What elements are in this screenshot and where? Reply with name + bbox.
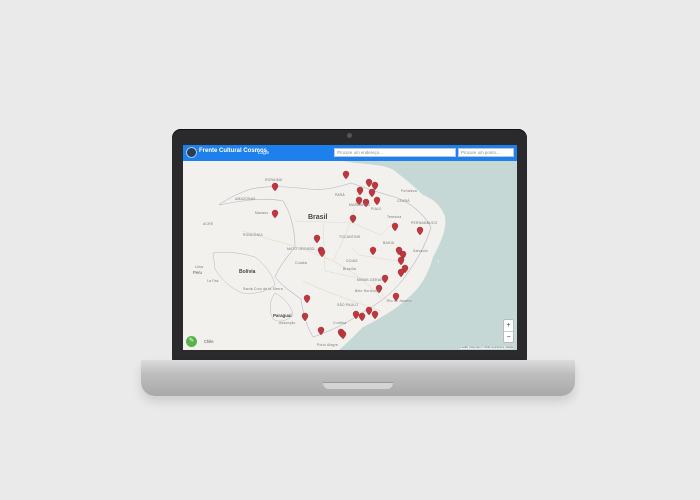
state-label: PERNAMBUCO [411, 221, 438, 225]
state-label: SÃO PAULO [337, 303, 359, 307]
city-label: Fortaleza [401, 189, 417, 193]
city-label: Cuiabá [295, 261, 307, 265]
zoom-control: + − [503, 319, 514, 343]
city-label: Santa Cruz de la Sierra [243, 287, 283, 291]
map-canvas[interactable] [183, 161, 517, 350]
state-label: GOIÁS [346, 259, 358, 263]
state-label: CEARÁ [397, 199, 410, 203]
state-label: RONDÔNIA [243, 233, 263, 237]
city-label: Belo Horizonte [355, 289, 381, 293]
state-label: MINAS GERAIS [357, 278, 384, 282]
state-label: BAHIA [383, 241, 395, 245]
city-label: Salvador [413, 249, 428, 253]
state-label: PIAUÍ [371, 207, 381, 211]
address-search-input[interactable]: Procure um endereço... [334, 148, 456, 157]
country-label-paraguai: Paraguai [273, 313, 292, 318]
laptop-base [141, 360, 575, 396]
app-title[interactable]: Frente Cultural Cosmos [199, 148, 267, 154]
city-label: Teresina [387, 215, 402, 219]
state-label: TOCANTINS [339, 235, 361, 239]
city-label: Rio de Janeiro [387, 299, 412, 303]
state-label: RORAIMA [265, 178, 283, 182]
state-label: ACRE [203, 222, 214, 226]
app-header: Frente Cultural Cosmos Login Procure um … [183, 145, 517, 161]
pencil-icon[interactable]: ✎ [186, 336, 197, 347]
map-view[interactable]: Brasil Bolívia Paraguai Peru Chile RORAI… [183, 161, 517, 350]
state-label: PARÁ [335, 193, 345, 197]
zoom-in-button[interactable]: + [504, 320, 513, 331]
point-search-input[interactable]: Procure um ponto... [458, 148, 514, 157]
country-label-brasil: Brasil [308, 214, 328, 221]
laptop-camera [347, 133, 352, 138]
state-label: MATO GROSSO [287, 247, 315, 251]
country-label-chile: Chile [204, 339, 214, 344]
laptop-notch [323, 382, 393, 389]
logo-icon[interactable] [186, 147, 197, 158]
map-attribution[interactable]: Leaflet | Map tiles © OSM contributors, … [460, 346, 513, 349]
country-label-bolivia: Bolívia [239, 269, 256, 275]
login-link[interactable]: Login [258, 150, 269, 155]
city-label: Curitiba [333, 321, 347, 325]
city-label: Assunção [279, 321, 296, 325]
city-label: La Paz [207, 279, 219, 283]
city-label: Manaus [255, 211, 269, 215]
state-label: MARANHÃO [349, 203, 371, 207]
app-screen: Frente Cultural Cosmos Login Procure um … [183, 145, 517, 350]
city-label: Brasília [343, 267, 356, 271]
city-label: Lima [195, 265, 204, 269]
zoom-out-button[interactable]: − [504, 332, 513, 343]
country-label-peru: Peru [193, 270, 202, 275]
city-label: Porto Alegre [317, 343, 339, 347]
state-label: AMAZONAS [235, 197, 256, 201]
